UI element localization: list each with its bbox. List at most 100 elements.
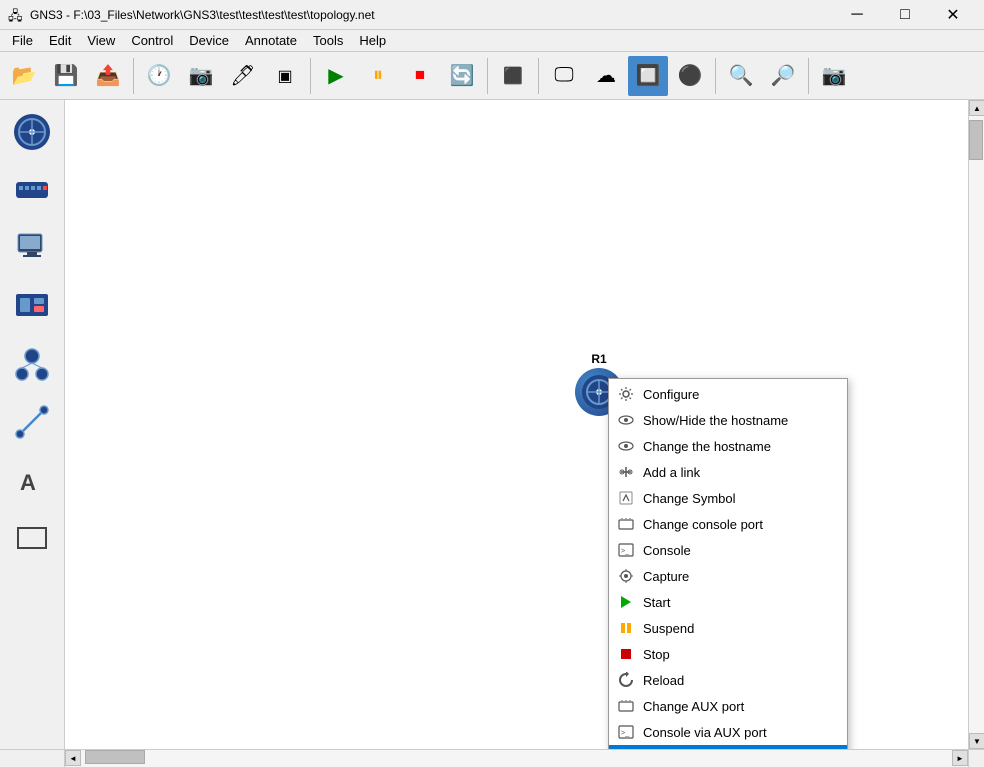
- ctx-start-label: Start: [643, 595, 670, 610]
- refresh-button[interactable]: 🕐: [139, 56, 179, 96]
- ctx-console-aux[interactable]: >_ Console via AUX port: [609, 719, 847, 745]
- ctx-capture[interactable]: Capture: [609, 563, 847, 589]
- ctx-change-aux-port-label: Change AUX port: [643, 699, 744, 714]
- menu-bar: File Edit View Control Device Annotate T…: [0, 30, 984, 52]
- sidebar-item-connections[interactable]: [4, 394, 60, 450]
- menu-control[interactable]: Control: [123, 31, 181, 50]
- capture-icon: [617, 567, 635, 585]
- ctx-console-label: Console: [643, 543, 691, 558]
- reload-all-button[interactable]: 🔄: [442, 56, 482, 96]
- ctx-change-symbol[interactable]: Change Symbol: [609, 485, 847, 511]
- minimize-button[interactable]: ─: [834, 0, 880, 30]
- reload-icon: [617, 671, 635, 689]
- bottom-bar: ◄ ►: [0, 749, 984, 767]
- sidebar-item-switches[interactable]: [4, 162, 60, 218]
- snapshot-button[interactable]: 📷: [181, 56, 221, 96]
- menu-tools[interactable]: Tools: [305, 31, 351, 50]
- console-tb-button[interactable]: 🖵: [544, 56, 584, 96]
- toolbar-sep-6: [808, 58, 809, 94]
- sidebar-item-end-devices[interactable]: [4, 220, 60, 276]
- svg-text:>_: >_: [621, 730, 629, 737]
- zoom-in-button[interactable]: 🔍: [721, 56, 761, 96]
- sidebar-item-text[interactable]: A: [4, 452, 60, 508]
- ctx-change-hostname[interactable]: Change the hostname: [609, 433, 847, 459]
- ctx-add-link[interactable]: Add a link: [609, 459, 847, 485]
- toolbar: 📂 💾 📤 🕐 📷 🖊 ▣ ▶ ⏸ ⏹ 🔄 ⬛ 🖵 ☁ 🔲 ⚫ 🔍 🔎 📷: [0, 52, 984, 100]
- ctx-stop-label: Stop: [643, 647, 670, 662]
- toolbar-sep-5: [715, 58, 716, 94]
- change-symbol-icon: [617, 489, 635, 507]
- canvas-area[interactable]: R1 Configure: [65, 100, 968, 749]
- hub-tb-button[interactable]: ⚫: [670, 56, 710, 96]
- console-icon: >_: [617, 541, 635, 559]
- ctx-change-console-port[interactable]: Change console port: [609, 511, 847, 537]
- stop-all-button[interactable]: ⏹: [400, 56, 440, 96]
- menu-annotate[interactable]: Annotate: [237, 31, 305, 50]
- ctx-idle-pc[interactable]: Idle PC: [609, 745, 847, 749]
- ctx-console-aux-label: Console via AUX port: [643, 725, 767, 740]
- virtualbox-button[interactable]: ⬛: [493, 56, 533, 96]
- change-aux-port-icon: [617, 697, 635, 715]
- scroll-track-v[interactable]: [969, 116, 984, 733]
- ctx-suspend[interactable]: Suspend: [609, 615, 847, 641]
- toolbar-sep-2: [310, 58, 311, 94]
- scroll-thumb-v[interactable]: [969, 120, 983, 160]
- terminal-button[interactable]: ▣: [265, 56, 305, 96]
- ctx-change-aux-port[interactable]: Change AUX port: [609, 693, 847, 719]
- scroll-down-button[interactable]: ▼: [969, 733, 984, 749]
- scroll-thumb-h[interactable]: [85, 750, 145, 764]
- ctx-add-link-label: Add a link: [643, 465, 700, 480]
- title-bar: 🖧 GNS3 - F:\03_Files\Network\GNS3\test\t…: [0, 0, 984, 30]
- scroll-track-h[interactable]: [81, 750, 952, 767]
- start-all-button[interactable]: ▶: [316, 56, 356, 96]
- sidebar-item-rectangle[interactable]: [4, 510, 60, 566]
- import-button[interactable]: 🖊: [223, 56, 263, 96]
- scroll-right-button[interactable]: ►: [952, 750, 968, 766]
- ctx-stop[interactable]: Stop: [609, 641, 847, 667]
- open-button[interactable]: 📂: [4, 56, 44, 96]
- ctx-show-hide-hostname[interactable]: Show/Hide the hostname: [609, 407, 847, 433]
- ctx-change-console-port-label: Change console port: [643, 517, 763, 532]
- close-button[interactable]: ✕: [930, 0, 976, 30]
- ctx-change-hostname-label: Change the hostname: [643, 439, 771, 454]
- sidebar-item-routers[interactable]: [4, 104, 60, 160]
- suspend-all-button[interactable]: ⏸: [358, 56, 398, 96]
- save-portable-button[interactable]: 📤: [88, 56, 128, 96]
- zoom-out-button[interactable]: 🔎: [763, 56, 803, 96]
- ctx-show-hide-label: Show/Hide the hostname: [643, 413, 788, 428]
- save-button[interactable]: 💾: [46, 56, 86, 96]
- menu-file[interactable]: File: [4, 31, 41, 50]
- device-r1-label: R1: [591, 352, 606, 366]
- sidebar-item-all-devices[interactable]: [4, 336, 60, 392]
- toolbar-sep-1: [133, 58, 134, 94]
- maximize-button[interactable]: □: [882, 0, 928, 30]
- switch-tb-button[interactable]: 🔲: [628, 56, 668, 96]
- scroll-left-button[interactable]: ◄: [65, 750, 81, 766]
- ctx-start[interactable]: Start: [609, 589, 847, 615]
- cloud-tb-button[interactable]: ☁: [586, 56, 626, 96]
- ctx-console[interactable]: >_ Console: [609, 537, 847, 563]
- window-title: GNS3 - F:\03_Files\Network\GNS3\test\tes…: [30, 8, 834, 22]
- toolbar-sep-3: [487, 58, 488, 94]
- scrollbar-vertical: ▲ ▼: [968, 100, 984, 749]
- app-icon: 🖧: [8, 7, 24, 23]
- sidebar-item-security[interactable]: [4, 278, 60, 334]
- ctx-reload[interactable]: Reload: [609, 667, 847, 693]
- configure-icon: [617, 385, 635, 403]
- screenshot-tb-button[interactable]: 📷: [814, 56, 854, 96]
- ctx-reload-label: Reload: [643, 673, 684, 688]
- main-layout: A R1: [0, 100, 984, 749]
- menu-edit[interactable]: Edit: [41, 31, 79, 50]
- menu-help[interactable]: Help: [351, 31, 394, 50]
- ctx-configure-label: Configure: [643, 387, 699, 402]
- menu-device[interactable]: Device: [181, 31, 237, 50]
- title-bar-controls: ─ □ ✕: [834, 0, 976, 30]
- svg-text:>_: >_: [621, 548, 629, 555]
- ctx-configure[interactable]: Configure: [609, 381, 847, 407]
- svg-text:A: A: [20, 470, 36, 495]
- scroll-up-button[interactable]: ▲: [969, 100, 984, 116]
- context-menu: Configure Show/Hide the hostname Change …: [608, 378, 848, 749]
- toolbar-sep-4: [538, 58, 539, 94]
- add-link-icon: [617, 463, 635, 481]
- menu-view[interactable]: View: [79, 31, 123, 50]
